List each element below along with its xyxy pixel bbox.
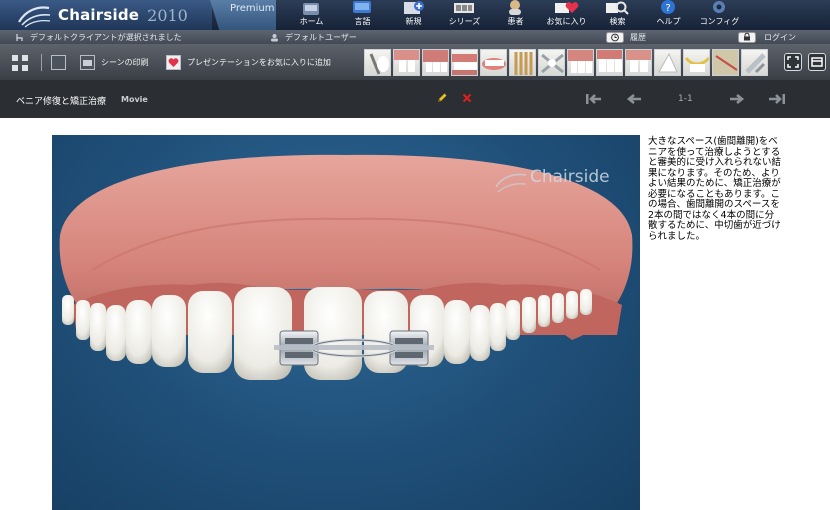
tooth-thumbnail-icon [452, 54, 477, 75]
history-button[interactable]: 履歴 [606, 30, 646, 44]
login-button[interactable]: ログイン [738, 30, 796, 44]
window-layout-button[interactable] [808, 53, 826, 71]
scene-thumbnail[interactable] [451, 49, 478, 76]
scene-thumbnail[interactable] [683, 49, 710, 76]
tooth-thumbnail-icon [369, 53, 389, 75]
language-icon [353, 1, 371, 13]
print-page-button[interactable] [51, 55, 66, 70]
user-icon [271, 33, 278, 41]
scene-title-bar: ベニア修復と矯正治療 Movie 1-1 [0, 80, 830, 118]
collapse-icon [12, 55, 28, 71]
nav-language-button[interactable]: 言語 [337, 0, 388, 30]
tooth-thumbnail-icon [423, 50, 448, 72]
previous-page-icon[interactable] [626, 93, 642, 105]
nav-config-button[interactable]: コンフィグ [694, 0, 745, 30]
movie-viewer[interactable]: Chairside [52, 135, 640, 510]
nav-home-button[interactable]: ホーム [286, 0, 337, 30]
config-icon [713, 1, 725, 13]
scene-type: Movie [121, 95, 148, 104]
heart-icon [166, 55, 181, 70]
window-icon [811, 57, 823, 67]
clock-icon [606, 31, 624, 43]
scene-thumbnail[interactable] [422, 49, 449, 76]
top-bar: Chairside 2010 Premium ホーム 言語 新規 シリーズ 患者… [0, 0, 830, 30]
svg-text:?: ? [665, 3, 670, 14]
tooth-thumbnail-icon [626, 50, 651, 72]
collapse-view-button[interactable] [11, 54, 29, 72]
edit-pencil-icon[interactable] [436, 92, 448, 104]
new-icon [404, 1, 424, 14]
fullscreen-button[interactable] [784, 53, 802, 71]
dental-illustration [59, 154, 633, 380]
info-bar: デフォルトクライアントが選択されました デフォルトユーザー 履歴 ログイン [0, 30, 830, 44]
patient-icon [509, 0, 521, 15]
last-page-icon[interactable] [768, 93, 786, 105]
first-page-icon[interactable] [585, 93, 603, 105]
stage-watermark: Chairside [530, 167, 610, 187]
tooth-thumbnail-icon [541, 53, 564, 74]
app-window: Chairside 2010 Premium ホーム 言語 新規 シリーズ 患者… [0, 0, 830, 510]
nav-series-button[interactable]: シリーズ [439, 0, 490, 30]
scene-thumbnail[interactable] [741, 49, 768, 76]
lock-icon [738, 31, 756, 43]
home-icon [303, 3, 319, 15]
scene-thumbnail[interactable] [538, 49, 565, 76]
scene-title: ベニア修復と矯正治療 [16, 97, 107, 107]
app-logo: Chairside 2010 [0, 0, 212, 30]
page-indicator: 1-1 [678, 94, 693, 104]
scene-thumbnail[interactable] [654, 49, 681, 76]
brand-name: Chairside [58, 6, 140, 24]
user-status: デフォルトユーザー [270, 30, 357, 44]
search-icon [606, 1, 629, 15]
scene-thumbnail[interactable] [712, 49, 739, 76]
tooth-thumbnail-icon [482, 58, 506, 70]
tooth-thumbnail-icon [713, 50, 738, 75]
tooth-thumbnail-icon [745, 53, 766, 74]
scene-thumbnail[interactable] [567, 49, 594, 76]
nav-new-button[interactable]: 新規 [388, 0, 439, 30]
scene-thumbnails [364, 49, 770, 76]
fullscreen-icon [787, 56, 799, 68]
tooth-thumbnail-icon [568, 50, 593, 73]
scene-thumbnail[interactable] [596, 49, 623, 76]
main-nav: ホーム 言語 新規 シリーズ 患者 お気に入り 検索 ? ヘルプ コンフィグ [286, 0, 745, 30]
print-scene-button[interactable]: シーンの印刷 [80, 55, 149, 70]
tooth-thumbnail-icon [684, 56, 709, 72]
tooth-thumbnail-icon [597, 50, 622, 72]
next-page-icon[interactable] [729, 93, 745, 105]
chair-icon [16, 33, 23, 41]
nav-search-button[interactable]: 検索 [592, 0, 643, 30]
edition-badge: Premium [210, 0, 276, 30]
nav-help-button[interactable]: ? ヘルプ [643, 0, 694, 30]
scene-toolbar: シーンの印刷 プレゼンテーションをお気に入りに追加 [0, 44, 830, 80]
page-icon [51, 55, 66, 70]
scene-thumbnail[interactable] [480, 49, 507, 76]
help-icon: ? [661, 0, 675, 14]
brand-year: 2010 [147, 5, 188, 25]
chairside-swirl-icon [18, 6, 51, 28]
tooth-thumbnail-icon [514, 52, 533, 75]
scene-thumbnail[interactable] [509, 49, 536, 76]
scene-thumbnail[interactable] [364, 49, 391, 76]
scene-description: 大きなスペース(歯間離開)をベニアを使って治療しようとすると審美的に受け入れられ… [648, 136, 782, 242]
client-status: デフォルトクライアントが選択されました [15, 30, 182, 44]
scene-thumbnail[interactable] [393, 49, 420, 76]
tooth-thumbnail-icon [658, 52, 678, 73]
tooth-thumbnail-icon [394, 50, 419, 72]
printer-icon [80, 55, 95, 70]
scene-thumbnail[interactable] [625, 49, 652, 76]
toolbar-divider [41, 54, 42, 71]
delete-x-icon[interactable] [462, 93, 472, 103]
nav-patient-button[interactable]: 患者 [490, 0, 541, 30]
nav-favorite-button[interactable]: お気に入り [541, 0, 592, 30]
series-icon [454, 3, 474, 13]
favorite-icon [555, 2, 579, 14]
add-favorite-button[interactable]: プレゼンテーションをお気に入りに追加 [166, 55, 331, 70]
